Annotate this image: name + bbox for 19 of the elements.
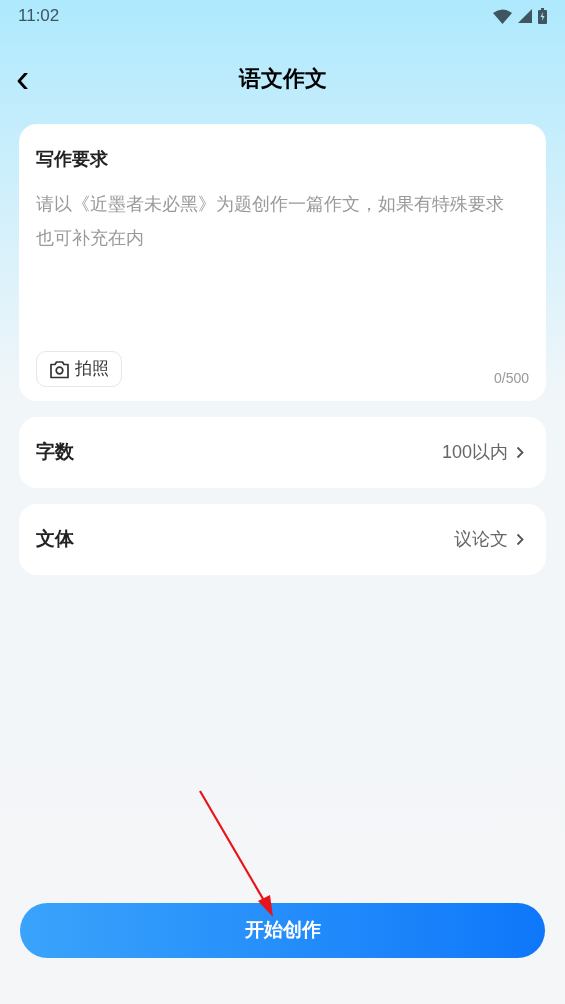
option-row[interactable]: 文体 议论文: [19, 504, 546, 575]
character-counter: 0/500: [493, 369, 529, 388]
signal-icon: [518, 9, 532, 23]
status-time: 11:02: [18, 5, 60, 28]
card-title: 写作要求: [36, 148, 109, 171]
camera-icon: [49, 359, 70, 379]
back-button[interactable]: ‹: [16, 60, 30, 96]
requirements-field[interactable]: 写作要求 请以《近墨者未必黑》为题创作一篇作文，如果有特殊要求也可补充在内 拍照 0/500: [19, 124, 546, 401]
option-value: 100以内: [441, 441, 508, 464]
option-row[interactable]: 字数 100以内: [19, 417, 546, 488]
photo-button[interactable]: 拍照: [36, 351, 122, 387]
option-value: 议论文: [454, 528, 508, 551]
option-label: 字数: [36, 440, 74, 465]
battery-icon: [538, 8, 547, 24]
chevron-right-icon: [516, 533, 524, 546]
chevron-right-icon: [516, 446, 524, 459]
wifi-icon: [493, 8, 512, 24]
option-label: 文体: [36, 527, 74, 552]
page-title: 语文作文: [238, 64, 327, 93]
